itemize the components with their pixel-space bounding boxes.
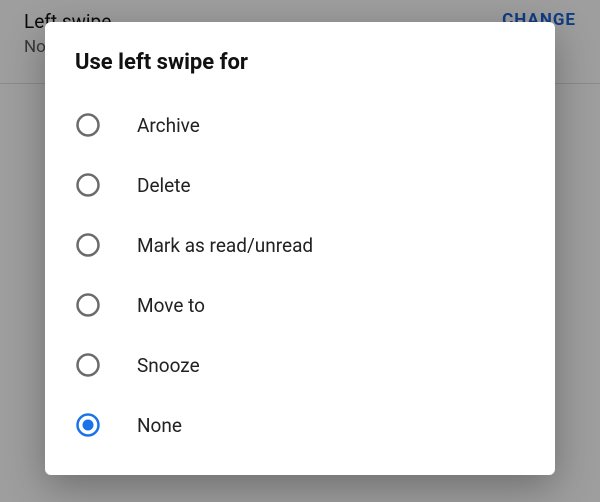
option-label: Mark as read/unread [137,234,313,257]
option-label: Move to [137,294,205,317]
option-move-to[interactable]: Move to [45,275,555,335]
option-label: Delete [137,174,191,197]
radio-off-icon [75,172,101,198]
option-snooze[interactable]: Snooze [45,335,555,395]
option-none[interactable]: None [45,395,555,455]
option-label: Archive [137,114,200,137]
swipe-action-dialog: Use left swipe for Archive Delete Mark a… [45,22,555,475]
option-delete[interactable]: Delete [45,155,555,215]
option-mark-read-unread[interactable]: Mark as read/unread [45,215,555,275]
radio-on-icon [75,412,101,438]
option-label: None [137,414,182,437]
dialog-title: Use left swipe for [45,50,555,95]
option-label: Snooze [137,354,200,377]
option-archive[interactable]: Archive [45,95,555,155]
radio-off-icon [75,232,101,258]
radio-off-icon [75,292,101,318]
radio-off-icon [75,112,101,138]
radio-off-icon [75,352,101,378]
